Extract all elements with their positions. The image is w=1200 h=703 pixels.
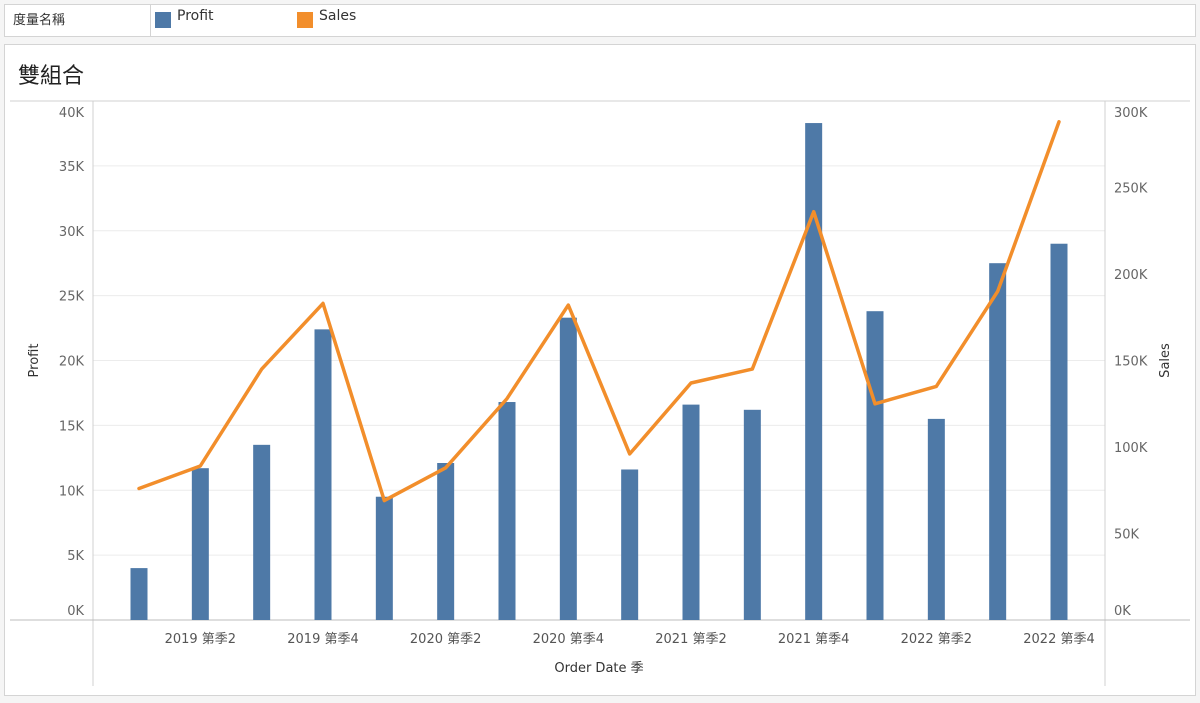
y-right-tick-label: 200K [1114,268,1148,283]
profit-bar [498,402,516,620]
y-left-tick-label: 30K [59,225,85,240]
y-right-tick-label: 150K [1114,355,1148,370]
profit-bar [130,568,148,620]
y-left-tick-label: 35K [59,160,85,175]
profit-bar [866,311,884,620]
profit-bar [559,317,577,620]
y-left-tick-label: 25K [59,290,85,305]
y-left-tick-label: 15K [59,419,85,434]
profit-bar [437,463,455,620]
x-tick-label: 2022 第季2 [901,632,973,647]
x-tick-label: 2020 第季4 [533,632,605,647]
profit-bar [682,404,700,620]
x-tick-label: 2019 第季4 [287,632,359,647]
x-tick-label: 2019 第季2 [165,632,237,647]
profit-bar [927,418,945,620]
y-left-tick-label: 20K [59,355,85,370]
x-axis-title: Order Date 季 [554,661,643,676]
y-right-tick-label: 0K [1114,604,1131,619]
x-tick-label: 2020 第季2 [410,632,482,647]
x-tick-label: 2021 第季2 [655,632,727,647]
y-left-tick-label: 10K [59,484,85,499]
profit-bar [805,123,823,621]
combo-chart: 0K 5K 10K 15K 20K 25K 30K 35K 40K 0K 50K 100K 150K 20… [10,100,1190,686]
profit-bar [743,409,761,620]
x-tick-label: 2022 第季4 [1023,632,1095,647]
y-right-tick-label: 50K [1114,528,1140,543]
profit-bar [1050,243,1068,620]
y-left-tick-label: 5K [67,549,84,564]
y-left-tick-label: 0K [67,604,84,619]
profit-bar [314,329,332,620]
y-right-tick-label: 250K [1114,182,1148,197]
x-tick-label: 2021 第季4 [778,632,850,647]
profit-bar [191,468,209,620]
profit-bar [621,469,639,620]
y-left-tick-label: 40K [59,106,85,121]
profit-bar [253,444,271,620]
y-left-axis-title: Profit [27,344,42,378]
y-right-axis-title: Sales [1158,343,1173,378]
profit-bar [375,496,393,620]
y-right-tick-label: 100K [1114,441,1148,456]
y-right-tick-label: 300K [1114,106,1148,121]
sales-line [137,120,1061,503]
profit-bar [989,263,1007,620]
